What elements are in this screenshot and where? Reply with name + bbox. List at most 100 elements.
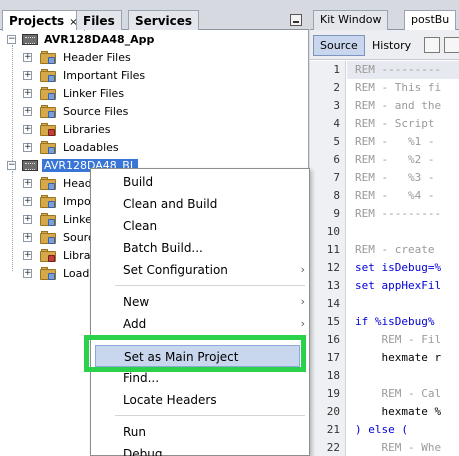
expand-icon[interactable]: +: [23, 179, 32, 188]
minimize-icon[interactable]: [290, 14, 302, 26]
code-line: REM - %3 -: [355, 171, 435, 184]
line-number: 10: [326, 225, 340, 238]
tree-project-app[interactable]: AVR128DA48_App: [44, 31, 154, 49]
line-number: 20: [326, 405, 340, 418]
tree-item-source-files[interactable]: Source Files: [63, 103, 128, 121]
tab-kit-window-label: Kit Window: [320, 13, 382, 26]
history-button[interactable]: History: [365, 35, 418, 56]
folder-icon: [40, 51, 56, 64]
tab-services-label: Services: [135, 14, 193, 28]
menu-item-label: Debug: [123, 447, 163, 456]
tab-projects[interactable]: Projects ×: [2, 10, 85, 31]
menu-item-add[interactable]: Add ›: [91, 313, 309, 335]
submenu-arrow-icon: ›: [300, 317, 305, 330]
expand-icon[interactable]: +: [23, 89, 32, 98]
line-number: 11: [326, 243, 340, 256]
editor-tab-bar: Kit Window postBu: [310, 0, 459, 30]
folder-icon: [40, 69, 56, 82]
line-number: 4: [333, 117, 340, 130]
expand-icon[interactable]: +: [23, 143, 32, 152]
tab-projects-label: Projects: [9, 14, 65, 28]
expand-icon[interactable]: +: [23, 53, 32, 62]
back-icon[interactable]: [424, 37, 440, 53]
highlight-annotation-box: [84, 335, 306, 372]
expand-icon[interactable]: +: [23, 125, 32, 134]
folder-icon: [40, 267, 56, 280]
tree-item-label: Loadables: [63, 141, 119, 154]
tab-postbuild[interactable]: postBu: [404, 10, 457, 30]
code-editor[interactable]: REM --------- REM - This fi REM - and th…: [347, 61, 459, 456]
menu-item-label: Clean: [123, 219, 158, 233]
tree-item-label: Head: [63, 177, 92, 190]
expand-icon[interactable]: +: [23, 215, 32, 224]
code-line: REM - This fi: [355, 81, 442, 94]
line-number: 13: [326, 279, 340, 292]
folder-icon: [40, 195, 56, 208]
source-button-label: Source: [320, 39, 358, 52]
submenu-arrow-icon: ›: [300, 295, 305, 308]
line-number-gutter: 1 2 3 4 5 6 7 8 9 10 11 12 13 14 15 16 1…: [310, 61, 346, 456]
code-line: if %isDebug%: [355, 315, 435, 328]
collapse-icon[interactable]: −: [7, 161, 16, 170]
project-context-menu: Build Clean and Build Clean Batch Build.…: [90, 168, 310, 456]
menu-item-locate-headers[interactable]: Locate Headers: [91, 389, 309, 411]
code-line: REM ---------: [355, 207, 442, 220]
submenu-arrow-icon: ›: [300, 263, 305, 276]
expand-icon[interactable]: +: [23, 107, 32, 116]
line-number: 9: [333, 207, 340, 220]
code-line: REM - %4 -: [355, 189, 435, 202]
tab-kit-window[interactable]: Kit Window: [313, 10, 389, 30]
menu-item-clean[interactable]: Clean: [91, 215, 309, 237]
menu-item-new[interactable]: New ›: [91, 291, 309, 313]
tree-item-label: Header Files: [63, 51, 131, 64]
tab-files-label: Files: [83, 14, 115, 28]
tree-item-bl-header[interactable]: Head: [63, 175, 92, 193]
line-number: 3: [333, 99, 340, 112]
menu-item-debug[interactable]: Debug: [91, 443, 309, 456]
folder-icon: [40, 87, 56, 100]
line-number: 16: [326, 333, 340, 346]
expand-icon[interactable]: +: [23, 251, 32, 260]
menu-item-run[interactable]: Run: [91, 421, 309, 443]
collapse-icon[interactable]: −: [7, 35, 16, 44]
menu-item-label: New: [123, 295, 150, 309]
folder-icon: [40, 249, 56, 262]
expand-icon[interactable]: +: [23, 233, 32, 242]
project-icon: [22, 160, 38, 171]
code-line: REM - %1 -: [355, 135, 435, 148]
project-app-label: AVR128DA48_App: [44, 33, 155, 46]
menu-item-set-configuration[interactable]: Set Configuration ›: [91, 259, 309, 281]
folder-icon: [40, 213, 56, 226]
menu-item-clean-and-build[interactable]: Clean and Build: [91, 193, 309, 215]
tab-files[interactable]: Files: [76, 10, 122, 30]
expand-icon[interactable]: +: [23, 71, 32, 80]
tree-item-header-files[interactable]: Header Files: [63, 49, 131, 67]
history-button-label: History: [372, 39, 412, 52]
tree-item-label: Libraries: [63, 123, 111, 136]
source-button[interactable]: Source: [313, 35, 365, 56]
tab-services[interactable]: Services: [128, 10, 200, 30]
menu-item-label: Locate Headers: [123, 393, 217, 407]
line-number: 2: [333, 81, 340, 94]
tree-item-label: Linker Files: [63, 87, 125, 100]
tree-item-libraries[interactable]: Libraries: [63, 121, 111, 139]
line-number: 1: [333, 63, 340, 76]
line-number: 15: [326, 315, 340, 328]
menu-item-build[interactable]: Build: [91, 171, 309, 193]
menu-item-label: Clean and Build: [123, 197, 218, 211]
project-icon: [22, 34, 38, 45]
code-line: REM - and the: [355, 99, 442, 112]
tree-item-loadables[interactable]: Loadables: [63, 139, 119, 157]
menu-item-batch-build[interactable]: Batch Build...: [91, 237, 309, 259]
expand-icon[interactable]: +: [23, 269, 32, 278]
tree-item-important-files[interactable]: Important Files: [63, 67, 145, 85]
folder-icon: [40, 123, 56, 136]
forward-icon[interactable]: [444, 37, 459, 53]
expand-icon[interactable]: +: [23, 197, 32, 206]
line-number: 19: [326, 387, 340, 400]
code-line: hexmate %: [355, 405, 442, 418]
tree-item-linker-files[interactable]: Linker Files: [63, 85, 124, 103]
code-line: set appHexFil: [355, 279, 442, 292]
menu-item-label: Add: [123, 317, 147, 331]
line-number: 8: [333, 189, 340, 202]
